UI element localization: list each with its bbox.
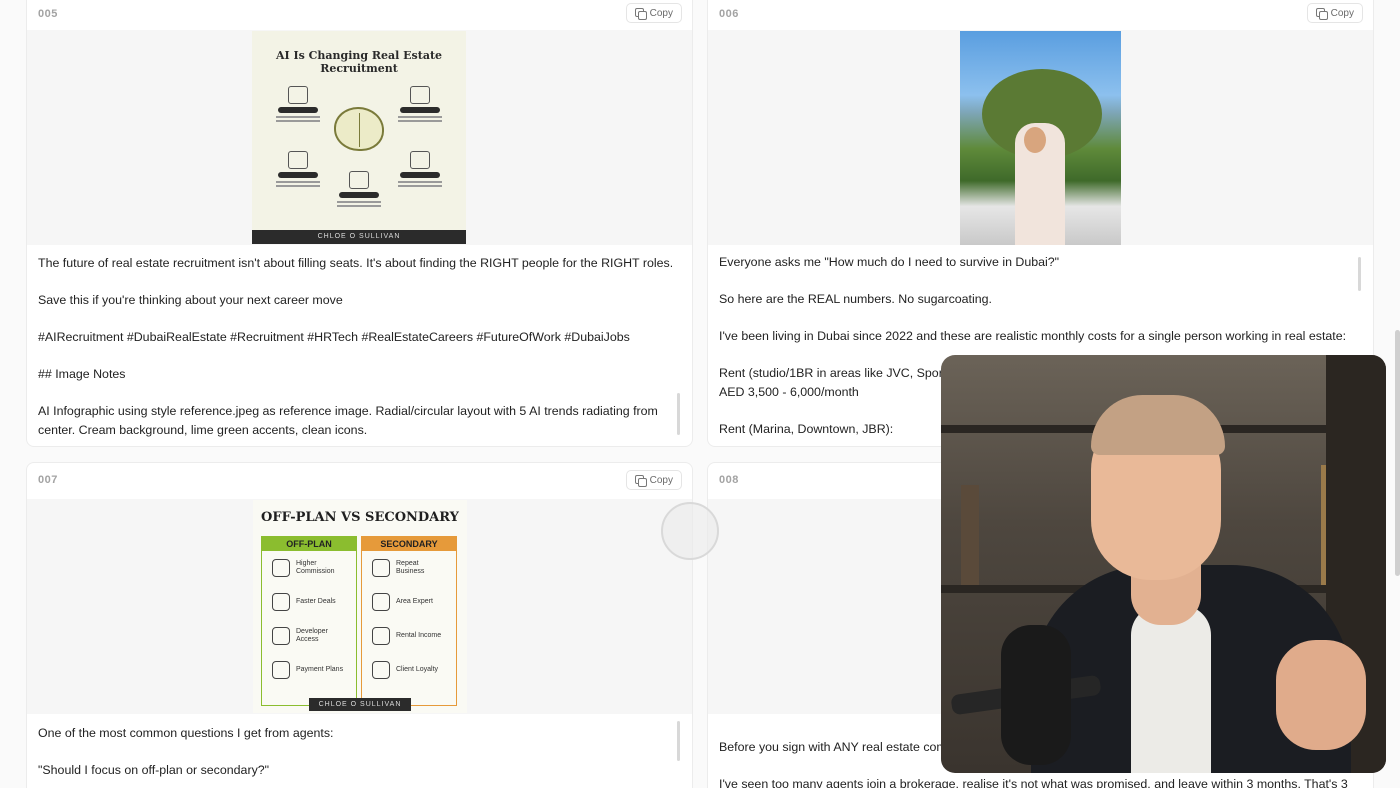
copy-label: Copy [649,474,673,486]
caption-scrollbar[interactable] [677,721,680,761]
offplan-column: OFF-PLAN Higher Commission Faster Deals … [261,536,357,706]
secondary-header: SECONDARY [362,537,456,551]
caption-paragraph: The future of real estate recruitment is… [38,256,672,270]
trend-node [274,151,322,189]
brain-icon [334,107,384,151]
card-number: 008 [719,474,739,486]
post-photo[interactable] [960,31,1121,245]
copy-button[interactable]: Copy [1306,3,1363,23]
post-grid-page: 005 Copy AI Is Changing Real Estate Recr… [0,0,1400,788]
secondary-item: Area Expert [362,585,456,619]
card-number: 007 [38,474,58,486]
post-caption[interactable]: One of the most common questions I get f… [38,724,672,788]
card-number: 006 [719,8,739,20]
image-band [708,30,1373,245]
microphone [1001,625,1071,765]
caption-paragraph: AI Infographic using style reference.jpe… [38,404,658,437]
copy-label: Copy [1330,7,1354,19]
infographic-image[interactable]: OFF-PLAN VS SECONDARY OFF-PLAN Higher Co… [253,500,467,713]
image-band: OFF-PLAN VS SECONDARY OFF-PLAN Higher Co… [27,499,692,714]
caption-paragraph: #AIRecruitment #DubaiRealEstate #Recruit… [38,330,630,344]
offplan-header: OFF-PLAN [262,537,356,551]
caption-paragraph: One of the most common questions I get f… [38,726,334,740]
offplan-item: Payment Plans [262,653,356,687]
trend-node [396,151,444,189]
copy-icon [634,474,647,487]
secondary-item: Rental Income [362,619,456,653]
caption-paragraph: "Should I focus on off-plan or secondary… [38,763,270,777]
secondary-column: SECONDARY Repeat Business Area Expert Re… [361,536,457,706]
image-band: AI Is Changing Real Estate Recruitment C… [27,30,692,245]
infographic-image[interactable]: AI Is Changing Real Estate Recruitment C… [252,31,466,244]
cursor-indicator [661,502,719,560]
copy-button[interactable]: Copy [625,3,682,23]
trend-node [396,86,444,124]
copy-icon [1315,7,1328,20]
secondary-item: Repeat Business [362,551,456,585]
caption-paragraph: I've been living in Dubai since 2022 and… [719,329,1347,343]
offplan-item: Higher Commission [262,551,356,585]
caption-paragraph: I've seen too many agents join a brokera… [719,777,1348,788]
webcam-overlay [941,355,1386,773]
page-scrollbar[interactable] [1395,330,1400,576]
offplan-item: Developer Access [262,619,356,653]
post-caption[interactable]: The future of real estate recruitment is… [38,254,672,446]
trend-node [274,86,322,124]
copy-icon [634,7,647,20]
caption-paragraph: Everyone asks me "How much do I need to … [719,255,1060,269]
caption-paragraph: ## Image Notes [38,367,126,381]
caption-scrollbar[interactable] [677,393,680,435]
infographic-footer: CHLOE O SULLIVAN [252,230,466,244]
copy-label: Copy [649,7,673,19]
copy-button[interactable]: Copy [625,470,682,490]
post-card-007: 007 Copy OFF-PLAN VS SECONDARY OFF-PLAN … [26,462,693,788]
secondary-item: Client Loyalty [362,653,456,687]
offplan-item: Faster Deals [262,585,356,619]
infographic-footer: CHLOE O SULLIVAN [309,698,411,711]
caption-paragraph: Save this if you're thinking about your … [38,293,343,307]
trend-node [335,171,383,209]
caption-paragraph: So here are the REAL numbers. No sugarco… [719,292,992,306]
card-number: 005 [38,8,58,20]
caption-scrollbar[interactable] [1358,257,1361,291]
post-card-005: 005 Copy AI Is Changing Real Estate Recr… [26,0,693,447]
infographic-title: OFF-PLAN VS SECONDARY [261,510,459,525]
infographic-title: AI Is Changing Real Estate Recruitment [275,49,443,75]
